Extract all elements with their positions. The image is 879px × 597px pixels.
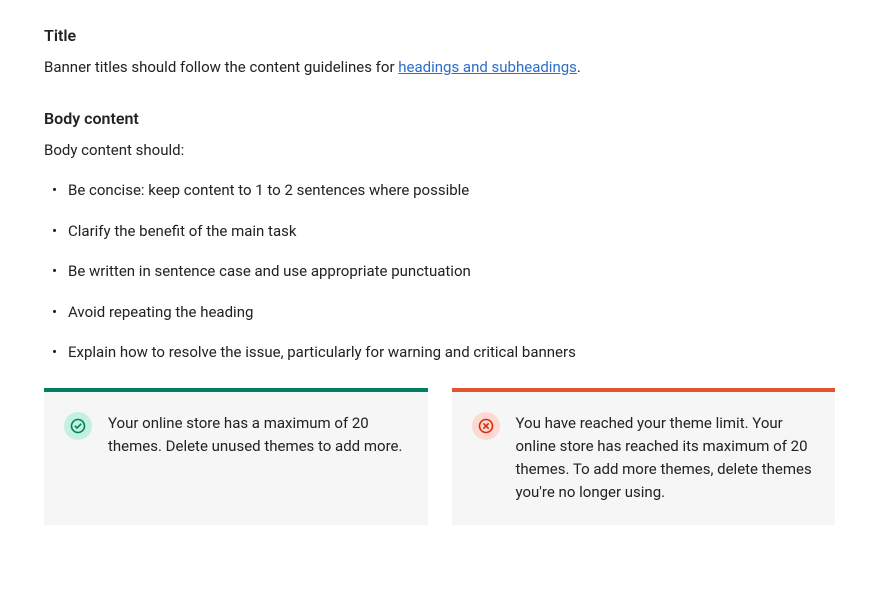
- body-content-section: Body content Body content should: Be con…: [44, 107, 835, 364]
- good-example-card: Your online store has a maximum of 20 th…: [44, 388, 428, 525]
- good-example-text: Your online store has a maximum of 20 th…: [108, 412, 408, 459]
- headings-link[interactable]: headings and subheadings: [398, 58, 577, 76]
- bad-example-text: You have reached your theme limit. Your …: [516, 412, 816, 505]
- title-text-after: .: [577, 58, 581, 76]
- title-section: Title Banner titles should follow the co…: [44, 24, 835, 79]
- body-content-heading: Body content: [44, 107, 835, 131]
- body-content-intro: Body content should:: [44, 139, 835, 162]
- list-item: Be concise: keep content to 1 to 2 sente…: [44, 179, 835, 202]
- title-heading: Title: [44, 24, 835, 48]
- list-item: Be written in sentence case and use appr…: [44, 260, 835, 283]
- bad-example-card: You have reached your theme limit. Your …: [452, 388, 836, 525]
- list-item: Explain how to resolve the issue, partic…: [44, 341, 835, 364]
- title-text-before: Banner titles should follow the content …: [44, 58, 398, 76]
- list-item: Clarify the benefit of the main task: [44, 220, 835, 243]
- body-content-list: Be concise: keep content to 1 to 2 sente…: [44, 179, 835, 364]
- list-item: Avoid repeating the heading: [44, 301, 835, 324]
- check-icon: [64, 412, 92, 440]
- examples-container: Your online store has a maximum of 20 th…: [44, 388, 835, 525]
- x-icon: [472, 412, 500, 440]
- title-description: Banner titles should follow the content …: [44, 56, 835, 79]
